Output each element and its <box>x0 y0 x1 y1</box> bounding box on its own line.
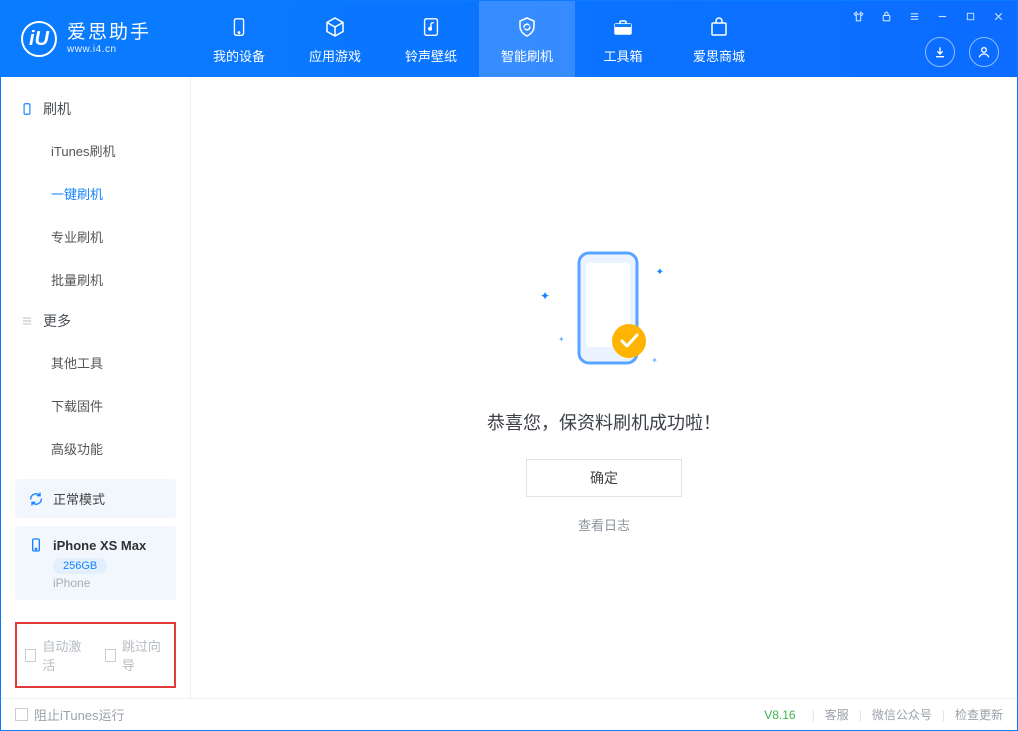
phone-icon <box>19 101 35 117</box>
body: 刷机 iTunes刷机 一键刷机 专业刷机 批量刷机 更多 其他工具 下载固件 … <box>1 77 1017 698</box>
refresh-shield-icon <box>514 14 540 40</box>
confirm-button[interactable]: 确定 <box>526 459 682 497</box>
checkbox-icon <box>15 708 28 721</box>
sidebar-item-batch-flash[interactable]: 批量刷机 <box>1 258 190 301</box>
main-content: ✦ ✦ ✦ ✦ 恭喜您，保资料刷机成功啦！ 确定 查看日志 <box>191 77 1017 698</box>
success-illustration: ✦ ✦ ✦ ✦ <box>534 241 674 381</box>
footer-link-support[interactable]: 客服 <box>825 706 849 723</box>
sparkle-icon: ✦ <box>656 267 664 278</box>
footer: 阻止iTunes运行 V8.16 | 客服 | 微信公众号 | 检查更新 <box>1 698 1017 730</box>
device-icon <box>226 14 252 40</box>
highlighted-options: 自动激活 跳过向导 <box>15 622 176 688</box>
sidebar-item-itunes-flash[interactable]: iTunes刷机 <box>1 129 190 172</box>
device-mode-card[interactable]: 正常模式 <box>15 479 176 518</box>
sidebar-item-oneclick-flash[interactable]: 一键刷机 <box>1 172 190 215</box>
device-info-card[interactable]: iPhone XS Max 256GB iPhone <box>15 526 176 600</box>
tab-apps-games[interactable]: 应用游戏 <box>287 1 383 77</box>
list-icon <box>19 313 35 329</box>
sparkle-icon: ✦ <box>558 335 565 344</box>
sidebar-group-flash: 刷机 <box>1 89 190 129</box>
nav-tabs: 我的设备 应用游戏 铃声壁纸 智能刷机 <box>191 1 767 77</box>
tab-label: 我的设备 <box>213 46 265 65</box>
header-right <box>851 1 1017 77</box>
checkbox-auto-activate[interactable]: 自动激活 <box>25 636 87 674</box>
checkbox-icon <box>105 649 116 662</box>
checkbox-icon <box>25 649 36 662</box>
sidebar-item-download-firmware[interactable]: 下载固件 <box>1 384 190 427</box>
app-window: iU 爱思助手 www.i4.cn 我的设备 应用游戏 <box>0 0 1018 731</box>
tab-label: 工具箱 <box>603 46 642 65</box>
device-model: iPhone XS Max <box>53 538 146 553</box>
sidebar: 刷机 iTunes刷机 一键刷机 专业刷机 批量刷机 更多 其他工具 下载固件 … <box>1 77 191 698</box>
tab-toolbox[interactable]: 工具箱 <box>575 1 671 77</box>
device-storage: 256GB <box>53 558 107 574</box>
tab-label: 智能刷机 <box>501 46 553 65</box>
lock-icon[interactable] <box>879 9 893 23</box>
app-logo-icon: iU <box>21 21 57 57</box>
minimize-icon[interactable] <box>935 9 949 23</box>
tab-my-device[interactable]: 我的设备 <box>191 1 287 77</box>
toolbox-icon <box>610 14 636 40</box>
music-note-icon <box>418 14 444 40</box>
store-icon <box>706 14 732 40</box>
app-url: www.i4.cn <box>67 44 151 55</box>
footer-link-wechat[interactable]: 微信公众号 <box>872 706 932 723</box>
logo-area[interactable]: iU 爱思助手 www.i4.cn <box>1 21 191 57</box>
menu-icon[interactable] <box>907 9 921 23</box>
sidebar-group-more: 更多 <box>1 301 190 341</box>
checkbox-skip-wizard[interactable]: 跳过向导 <box>105 636 167 674</box>
refresh-icon <box>27 490 45 508</box>
tab-ringtones-wallpapers[interactable]: 铃声壁纸 <box>383 1 479 77</box>
sidebar-item-pro-flash[interactable]: 专业刷机 <box>1 215 190 258</box>
footer-link-update[interactable]: 检查更新 <box>955 706 1003 723</box>
download-button[interactable] <box>925 37 955 67</box>
header: iU 爱思助手 www.i4.cn 我的设备 应用游戏 <box>1 1 1017 77</box>
view-log-link[interactable]: 查看日志 <box>578 515 630 534</box>
user-button[interactable] <box>969 37 999 67</box>
version-label: V8.16 <box>764 708 795 722</box>
checkbox-block-itunes[interactable]: 阻止iTunes运行 <box>15 705 125 724</box>
tshirt-icon[interactable] <box>851 9 865 23</box>
close-icon[interactable] <box>991 9 1005 23</box>
tab-smart-flash[interactable]: 智能刷机 <box>479 1 575 77</box>
sparkle-icon: ✦ <box>651 356 658 365</box>
window-controls <box>851 1 1005 23</box>
sidebar-item-advanced[interactable]: 高级功能 <box>1 427 190 470</box>
tab-label: 爱思商城 <box>693 46 745 65</box>
app-title: 爱思助手 <box>67 23 151 44</box>
tab-store[interactable]: 爱思商城 <box>671 1 767 77</box>
phone-small-icon <box>27 536 45 554</box>
cube-icon <box>322 14 348 40</box>
device-mode-label: 正常模式 <box>53 489 105 508</box>
device-type: iPhone <box>53 576 164 590</box>
tab-label: 铃声壁纸 <box>405 46 457 65</box>
tab-label: 应用游戏 <box>309 46 361 65</box>
sidebar-item-other-tools[interactable]: 其他工具 <box>1 341 190 384</box>
sparkle-icon: ✦ <box>540 289 550 303</box>
maximize-icon[interactable] <box>963 9 977 23</box>
success-message: 恭喜您，保资料刷机成功啦！ <box>487 409 721 435</box>
